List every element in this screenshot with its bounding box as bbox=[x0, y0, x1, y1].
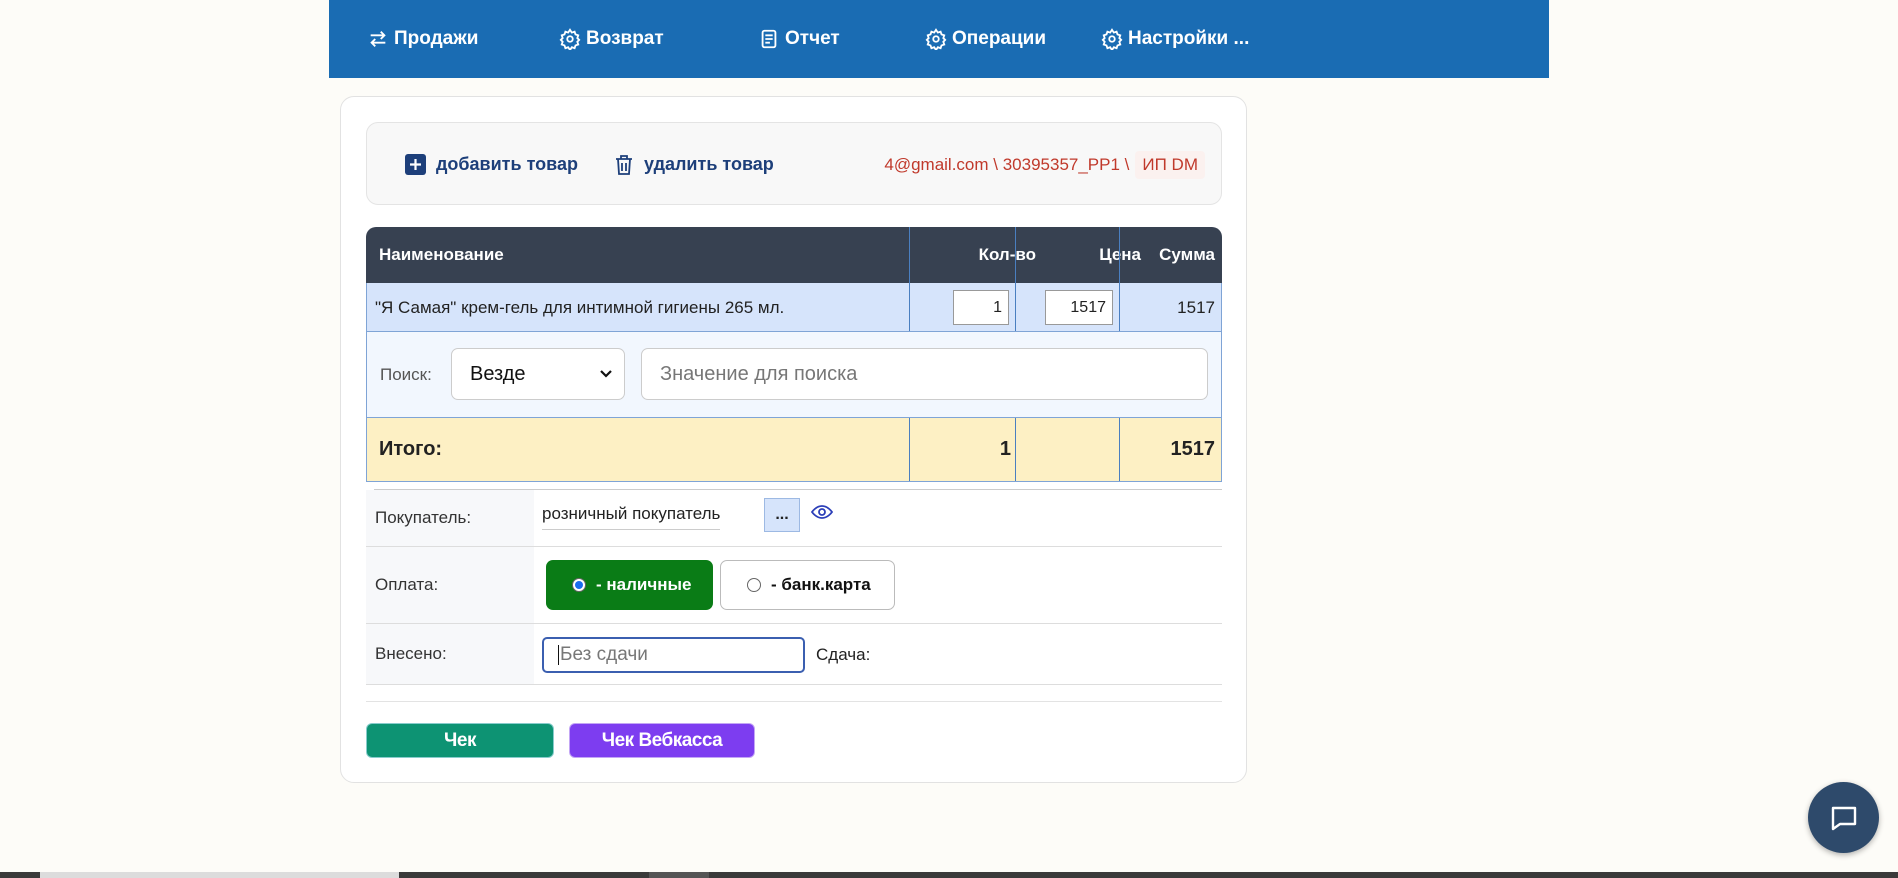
payment-card-label: - банк.карта bbox=[771, 575, 871, 594]
account-info-text: 4@gmail.com \ 30395357_PP1 \ bbox=[884, 154, 1130, 174]
table-row[interactable]: "Я Самая" крем-гель для интимной гигиены… bbox=[366, 283, 1222, 332]
total-row: Итого: 1 1517 bbox=[366, 417, 1222, 482]
delete-item-label: удалить товар bbox=[644, 154, 774, 174]
nav-settings[interactable]: Настройки ... bbox=[1101, 0, 1249, 78]
add-item-label: добавить товар bbox=[436, 154, 578, 174]
plus-square-icon bbox=[405, 154, 426, 175]
org-badge: ИП DM bbox=[1135, 150, 1205, 179]
gear-icon bbox=[1101, 28, 1123, 50]
eye-icon[interactable] bbox=[811, 503, 833, 521]
goods-table-header: Наименование Кол-во Цена Сумма bbox=[366, 227, 1222, 283]
search-row: Поиск: Везде Значение для поиска bbox=[366, 332, 1222, 417]
chat-widget-button[interactable] bbox=[1808, 782, 1879, 853]
radio-unselected bbox=[747, 578, 761, 592]
divider bbox=[366, 701, 1222, 702]
account-info: 4@gmail.com \ 30395357_PP1 \ ИП DM bbox=[884, 123, 1205, 206]
item-sum: 1517 bbox=[1177, 297, 1215, 317]
nav-sales-label: Продажи bbox=[394, 28, 479, 49]
nav-return-label: Возврат bbox=[586, 28, 664, 49]
gear-icon bbox=[559, 28, 581, 50]
item-name: "Я Самая" крем-гель для интимной гигиены… bbox=[375, 297, 785, 317]
nav-report[interactable]: Отчет bbox=[758, 0, 840, 78]
chat-bubble-icon bbox=[1831, 806, 1856, 830]
receipt-button[interactable]: Чек bbox=[366, 723, 554, 758]
delete-item-button[interactable]: удалить товар bbox=[614, 123, 774, 206]
select-buyer-button[interactable]: ... bbox=[764, 498, 800, 532]
payment-card-option[interactable]: - банк.карта bbox=[720, 560, 895, 610]
payment-label: Оплата: bbox=[366, 547, 534, 623]
toolbar: добавить товар удалить товар 4@gmail.com… bbox=[366, 122, 1222, 205]
change-label: Сдача: bbox=[816, 644, 871, 664]
top-navigation: Продажи Возврат Отчет Операции Настройки… bbox=[329, 0, 1549, 78]
buyer-label: Покупатель: bbox=[366, 490, 534, 546]
payment-cash-label: - наличные bbox=[596, 575, 692, 594]
header-name: Наименование bbox=[379, 245, 504, 264]
header-price: Цена bbox=[1099, 245, 1141, 264]
nav-operations[interactable]: Операции bbox=[925, 0, 1046, 78]
nav-settings-label: Настройки ... bbox=[1128, 28, 1250, 49]
qty-input[interactable]: 1 bbox=[953, 290, 1009, 325]
paid-amount-input[interactable]: Без сдачи bbox=[542, 637, 805, 673]
taskbar bbox=[0, 872, 1898, 878]
nav-report-label: Отчет bbox=[785, 28, 840, 49]
paid-label: Внесено: bbox=[366, 624, 534, 684]
paid-placeholder: Без сдачи bbox=[560, 644, 648, 665]
document-icon bbox=[761, 29, 777, 49]
payment-cash-option[interactable]: - наличные bbox=[546, 560, 713, 610]
total-label: Итого: bbox=[379, 438, 443, 460]
arrows-swap-icon bbox=[370, 31, 386, 47]
price-input[interactable]: 1517 bbox=[1045, 290, 1113, 325]
paid-row: Внесено: Без сдачи Сдача: bbox=[366, 624, 1222, 685]
sale-panel: добавить товар удалить товар 4@gmail.com… bbox=[340, 96, 1247, 783]
total-sum: 1517 bbox=[1170, 438, 1216, 460]
chevron-down-icon bbox=[600, 370, 612, 378]
buyer-value: розничный покупатель bbox=[542, 504, 721, 530]
nav-operations-label: Операции bbox=[952, 28, 1047, 49]
header-qty: Кол-во bbox=[978, 245, 1036, 264]
search-label: Поиск: bbox=[380, 364, 432, 384]
nav-return[interactable]: Возврат bbox=[559, 0, 664, 78]
radio-selected bbox=[572, 578, 586, 592]
payment-row: Оплата: - наличные - банк.карта bbox=[366, 547, 1222, 624]
total-qty: 1 bbox=[999, 438, 1011, 460]
search-input[interactable]: Значение для поиска bbox=[641, 348, 1208, 400]
add-item-button[interactable]: добавить товар bbox=[405, 123, 578, 206]
search-scope-select[interactable]: Везде bbox=[451, 348, 625, 400]
header-sum: Сумма bbox=[1159, 245, 1215, 264]
webkassa-receipt-button[interactable]: Чек Вебкасса bbox=[569, 723, 755, 758]
nav-sales[interactable]: Продажи bbox=[367, 0, 478, 78]
gear-icon bbox=[925, 28, 947, 50]
search-scope-value: Везде bbox=[470, 362, 526, 385]
buyer-row: Покупатель: розничный покупатель ... bbox=[366, 490, 1222, 547]
trash-icon bbox=[616, 154, 632, 175]
